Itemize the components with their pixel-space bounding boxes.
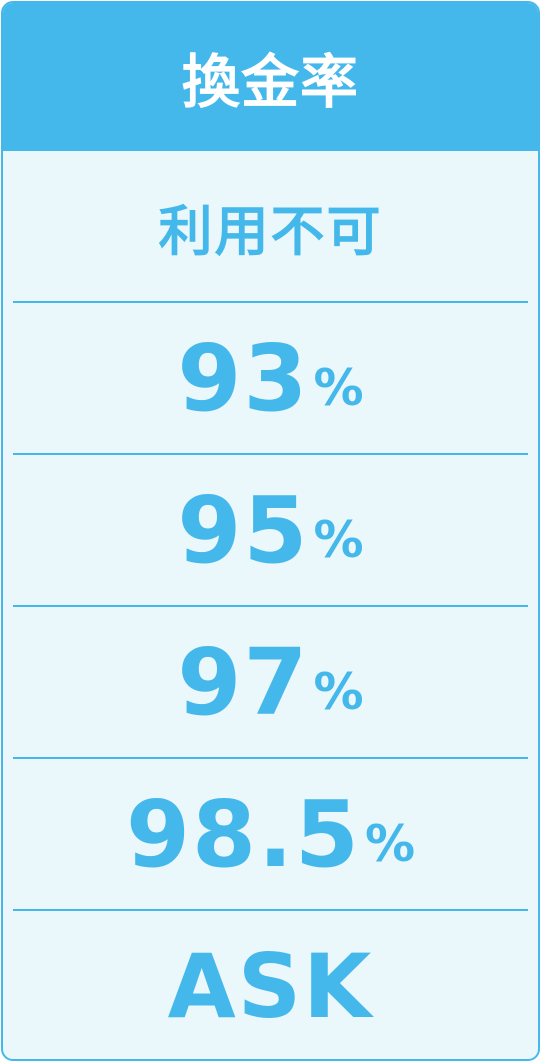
rate-value: 98.5 [125,780,361,888]
rate-unit: % [313,511,364,569]
rate-table: 換金率 利用不可 93% 95% 97% 98.5% ASK [1,1,540,1061]
header-title: 換金率 [181,48,359,116]
rate-value: 95 [177,476,310,584]
table-header: 換金率 [3,3,538,151]
rate-row-97: 97% [3,607,538,757]
rate-value: 97 [177,628,310,736]
rate-unit: % [313,663,364,721]
rate-row-ask: ASK [3,911,538,1059]
row-label: 利用不可 [158,199,383,263]
rate-unit: % [313,359,364,417]
rate-rows: 利用不可 93% 95% 97% 98.5% ASK [3,151,538,1059]
rate-unit: % [364,815,416,873]
row-label: ASK [167,934,374,1038]
rate-row-95: 95% [3,455,538,605]
rate-row-98-5: 98.5% [3,759,538,909]
rate-row-unavailable: 利用不可 [3,151,538,301]
rate-value: 93 [177,324,310,432]
rate-row-93: 93% [3,303,538,453]
